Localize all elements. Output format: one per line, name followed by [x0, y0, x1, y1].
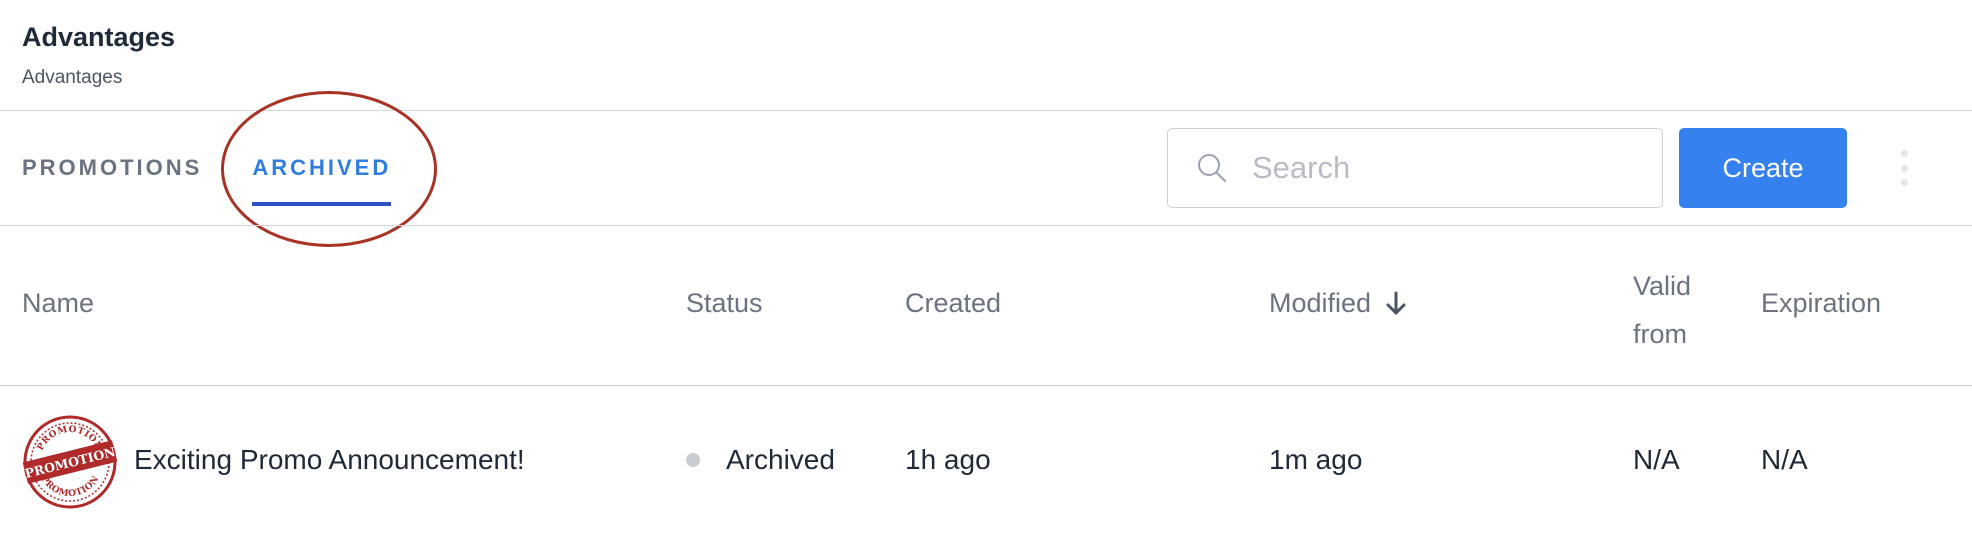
column-header-modified-label: Modified: [1269, 288, 1372, 318]
tab-bar: PROMOTIONS ARCHIVED: [22, 110, 392, 226]
row-valid-from: N/A: [1633, 444, 1680, 475]
tab-archived[interactable]: ARCHIVED: [252, 110, 392, 226]
search-input[interactable]: [1252, 150, 1652, 186]
column-header-created[interactable]: Created: [905, 288, 1001, 319]
tab-promotions[interactable]: PROMOTIONS: [22, 110, 202, 226]
arrow-down-icon: [1386, 291, 1406, 314]
column-header-modified[interactable]: Modified: [1269, 288, 1407, 319]
more-vertical-icon[interactable]: [1898, 150, 1910, 186]
page-title: Advantages: [22, 22, 176, 52]
row-status: Archived: [686, 444, 835, 476]
row-status-label: Archived: [726, 444, 835, 475]
column-header-name[interactable]: Name: [22, 288, 94, 319]
promotion-stamp-logo: PROMOTION PROMOTION PROMOTION: [22, 415, 118, 509]
column-header-valid-from[interactable]: Valid from: [1633, 262, 1713, 358]
search-box[interactable]: [1167, 128, 1663, 208]
row-created: 1h ago: [905, 444, 991, 475]
search-icon: [1196, 152, 1228, 184]
row-name[interactable]: Exciting Promo Announcement!: [134, 444, 525, 476]
column-header-status[interactable]: Status: [686, 288, 763, 319]
create-button[interactable]: Create: [1679, 128, 1847, 208]
status-dot-icon: [686, 453, 700, 467]
row-modified: 1m ago: [1269, 444, 1363, 475]
table-row[interactable]: PROMOTION PROMOTION PROMOTION Exciting P…: [0, 386, 1972, 534]
row-expiration: N/A: [1761, 444, 1808, 475]
breadcrumb: Advantages: [22, 67, 123, 88]
column-header-expiration[interactable]: Expiration: [1761, 288, 1881, 319]
toolbar-divider: [0, 225, 1972, 226]
page-header: Advantages Advantages: [22, 22, 175, 89]
